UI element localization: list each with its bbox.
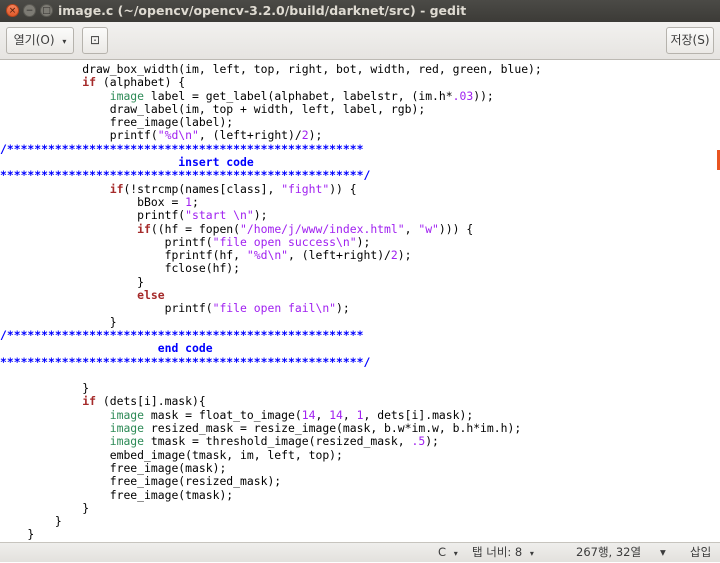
tab-width-selector[interactable]: 탭 너비: 8 ▾ bbox=[472, 543, 534, 562]
cursor-position-label: 267행, 32열 bbox=[576, 545, 642, 559]
window-titlebar[interactable]: × − □ image.c (~/opencv/opencv-3.2.0/bui… bbox=[0, 0, 720, 22]
insert-mode[interactable]: 삽입 bbox=[690, 543, 711, 562]
chevron-down-icon: ▾ bbox=[62, 37, 67, 46]
open-button-label: 열기(O) bbox=[13, 33, 55, 47]
window-minimize-button[interactable]: − bbox=[23, 4, 36, 17]
insert-mode-label: 삽입 bbox=[690, 545, 712, 559]
chevron-down-icon: ▾ bbox=[453, 549, 458, 558]
language-selector[interactable]: C ▾ bbox=[438, 543, 458, 562]
save-button[interactable]: 저장(S) bbox=[666, 27, 714, 54]
status-bar: C ▾ 탭 너비: 8 ▾ 267행, 32열 ▾ 삽입 bbox=[0, 542, 720, 562]
window-maximize-button[interactable]: □ bbox=[40, 4, 53, 17]
cursor-position[interactable]: 267행, 32열 bbox=[576, 543, 641, 562]
new-tab-icon: ⊡ bbox=[89, 33, 101, 47]
chevron-down-icon: ▾ bbox=[529, 549, 534, 558]
open-button[interactable]: 열기(O) ▾ bbox=[6, 27, 74, 54]
new-tab-button[interactable]: ⊡ bbox=[82, 27, 108, 54]
tab-width-label: 탭 너비: 8 bbox=[472, 545, 523, 559]
window-title: image.c (~/opencv/opencv-3.2.0/build/dar… bbox=[58, 3, 467, 18]
code-text[interactable]: draw_box_width(im, left, top, right, bot… bbox=[0, 62, 542, 542]
window-close-button[interactable]: × bbox=[6, 4, 19, 17]
language-label: C bbox=[438, 545, 447, 559]
chevron-down-icon: ▾ bbox=[660, 545, 666, 559]
position-menu-arrow[interactable]: ▾ bbox=[660, 543, 666, 562]
code-editor[interactable]: draw_box_width(im, left, top, right, bot… bbox=[0, 60, 720, 542]
header-toolbar: 열기(O) ▾ ⊡ 저장(S) bbox=[0, 22, 720, 60]
